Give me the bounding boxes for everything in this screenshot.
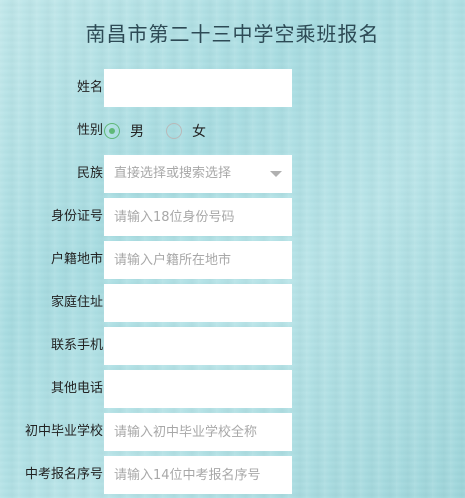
other-phone-input[interactable] [104, 370, 292, 408]
hukou-label: 户籍地市 [50, 252, 103, 267]
name-label: 姓名 [76, 80, 103, 95]
middle-school-input[interactable] [104, 413, 292, 451]
ethnicity-select[interactable]: 直接选择或搜索选择 [104, 155, 292, 193]
radio-checked-icon[interactable] [104, 123, 120, 139]
form-row-hukou: 户籍地市 [0, 241, 465, 279]
chevron-down-icon[interactable] [270, 171, 282, 177]
gender-option-female[interactable]: 女 [166, 121, 206, 141]
gender-option-label: 男 [130, 124, 144, 140]
middle-school-label: 初中毕业学校 [24, 424, 103, 439]
exam-number-input[interactable] [104, 456, 292, 494]
phone-input[interactable] [104, 327, 292, 365]
ethnicity-select-placeholder: 直接选择或搜索选择 [114, 166, 232, 181]
other-phone-label: 其他电话 [50, 381, 103, 396]
exam-number-label: 中考报名序号 [24, 467, 103, 482]
name-input[interactable] [104, 69, 292, 107]
hukou-input[interactable] [104, 241, 292, 279]
form-row-other-phone: 其他电话 [0, 370, 465, 408]
gender-label: 性别 [76, 123, 103, 138]
address-input[interactable] [104, 284, 292, 322]
radio-unchecked-icon[interactable] [166, 123, 182, 139]
form-row-middle-school: 初中毕业学校 [0, 413, 465, 451]
gender-option-label: 女 [192, 124, 206, 140]
id-number-input[interactable] [104, 198, 292, 236]
form-row-ethnicity: 民族 直接选择或搜索选择 [0, 155, 465, 193]
phone-label: 联系手机 [50, 338, 103, 353]
id-number-label: 身份证号 [50, 209, 103, 224]
gender-radio-group: 男 女 [104, 112, 228, 150]
page-title: 南昌市第二十三中学空乘班报名 [85, 22, 380, 46]
form-row-gender: 性别 男 女 [0, 112, 465, 150]
ethnicity-label: 民族 [76, 166, 103, 181]
form-row-id-number: 身份证号 [0, 198, 465, 236]
form-row-phone: 联系手机 [0, 327, 465, 365]
address-label: 家庭住址 [50, 295, 103, 310]
form-row-address: 家庭住址 [0, 284, 465, 322]
form-row-name: 姓名 [0, 69, 465, 107]
gender-option-male[interactable]: 男 [104, 121, 144, 141]
form-row-exam-number: 中考报名序号 [0, 456, 465, 494]
